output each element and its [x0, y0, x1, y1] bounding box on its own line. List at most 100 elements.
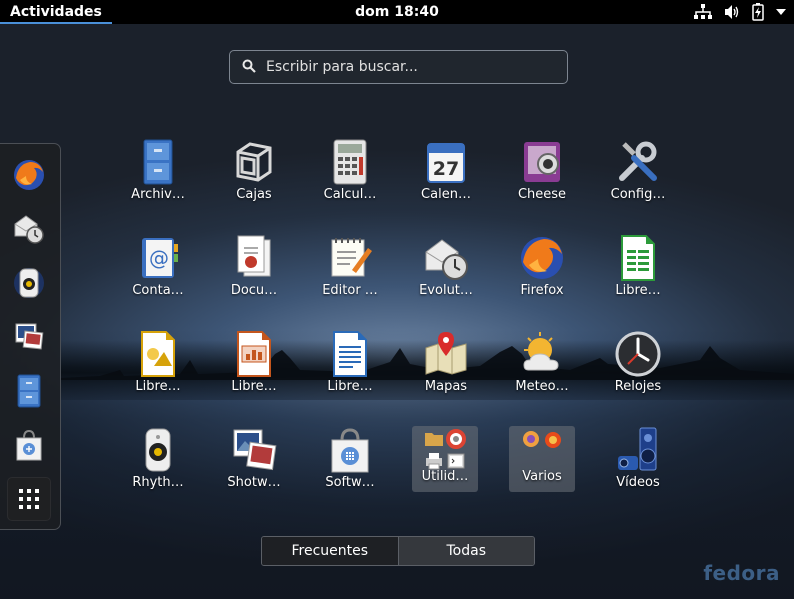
- app-contacts[interactable]: @ Conta…: [121, 234, 195, 308]
- text-editor-icon: [331, 238, 372, 277]
- dash: [0, 143, 61, 530]
- help-lifebuoy-icon: [446, 429, 466, 449]
- app-label: Relojes: [614, 379, 662, 394]
- system-menu-arrow-icon: [776, 9, 786, 15]
- weather-icon: [523, 332, 559, 371]
- app-libreoffice-writer[interactable]: Libre…: [313, 330, 387, 404]
- app-label: Conta…: [132, 283, 184, 298]
- app-label: Archiv…: [131, 187, 185, 202]
- app-label: Config…: [610, 187, 666, 202]
- dash-item-evolution[interactable]: [7, 207, 51, 251]
- dash-item-software[interactable]: [7, 423, 51, 467]
- app-label: Libre…: [135, 379, 181, 394]
- app-maps[interactable]: Mapas: [409, 330, 483, 404]
- search-input[interactable]: [266, 59, 556, 75]
- rhythmbox-icon: [145, 428, 171, 472]
- app-label: Vídeos: [616, 475, 660, 490]
- app-label: Cajas: [236, 187, 272, 202]
- app-label: Libre…: [327, 379, 373, 394]
- files-icon: [17, 374, 41, 408]
- folder-varios[interactable]: Varios: [509, 426, 575, 492]
- app-libreoffice-draw[interactable]: Libre…: [121, 330, 195, 404]
- app-document-viewer[interactable]: Docu…: [217, 234, 291, 308]
- view-switch: Frecuentes Todas: [261, 536, 535, 566]
- app-label: Calcul…: [323, 187, 377, 202]
- app-files[interactable]: Archiv…: [121, 138, 195, 212]
- app-boxes[interactable]: Cajas: [217, 138, 291, 212]
- clock[interactable]: dom 18:40: [355, 4, 439, 20]
- contacts-icon: @: [142, 238, 178, 278]
- firefox-old-icon: [523, 431, 539, 447]
- fedora-logo: fedora: [703, 561, 780, 585]
- firefox-icon: [14, 160, 44, 190]
- app-settings[interactable]: Config…: [601, 138, 675, 212]
- folder-icon: [425, 433, 443, 446]
- app-label: Cheese: [517, 187, 567, 202]
- app-calculator[interactable]: Calcul…: [313, 138, 387, 212]
- app-label: Calen…: [421, 187, 471, 202]
- alarm-icon: [545, 432, 561, 448]
- dash-item-shotwell[interactable]: [7, 315, 51, 359]
- evolution-icon: [14, 215, 44, 244]
- app-label: Mapas: [424, 379, 468, 394]
- calendar-icon: 27: [427, 143, 465, 183]
- app-label: Firefox: [520, 283, 564, 298]
- app-label: Libre…: [615, 283, 661, 298]
- firefox-icon: [521, 237, 563, 279]
- app-evolution[interactable]: Evolut…: [409, 234, 483, 308]
- shotwell-icon: [15, 323, 44, 350]
- app-cheese[interactable]: Cheese: [505, 138, 579, 212]
- app-label: Meteo…: [515, 379, 569, 394]
- app-weather[interactable]: Meteo…: [505, 330, 579, 404]
- clocks-icon: [615, 331, 661, 377]
- evolution-icon: [425, 239, 468, 280]
- app-label: Docu…: [230, 283, 278, 298]
- libreoffice-calc-icon: [621, 235, 655, 281]
- app-calendar[interactable]: 27 Calen…: [409, 138, 483, 212]
- boxes-icon: [236, 142, 272, 182]
- app-shotwell[interactable]: Shotw…: [217, 426, 291, 500]
- top-bar: Actividades dom 18:40: [0, 0, 794, 24]
- folder-label: Varios: [522, 469, 562, 484]
- app-label: Editor …: [322, 283, 378, 298]
- dash-item-firefox[interactable]: [7, 153, 51, 197]
- folder-label: Utilid…: [421, 469, 469, 484]
- calendar-day: 27: [433, 158, 459, 180]
- app-software[interactable]: Softw…: [313, 426, 387, 500]
- tab-all[interactable]: Todas: [397, 537, 534, 565]
- app-text-editor[interactable]: Editor …: [313, 234, 387, 308]
- libreoffice-draw-icon: [141, 331, 175, 377]
- rhythmbox-icon: [14, 268, 44, 298]
- libreoffice-impress-icon: [237, 331, 271, 377]
- printer-icon: [426, 453, 442, 470]
- software-icon: [16, 429, 42, 461]
- app-libreoffice-impress[interactable]: Libre…: [217, 330, 291, 404]
- folder-utilities[interactable]: Utilid…: [412, 426, 478, 492]
- app-videos[interactable]: Vídeos: [601, 426, 675, 500]
- app-firefox[interactable]: Firefox: [505, 234, 579, 308]
- app-clocks[interactable]: Relojes: [601, 330, 675, 404]
- videos-icon: [618, 427, 657, 471]
- search-icon: [242, 58, 256, 77]
- terminal-icon: [447, 453, 465, 469]
- app-label: Rhyth…: [132, 475, 184, 490]
- software-icon: [331, 428, 369, 473]
- app-rhythmbox[interactable]: Rhyth…: [121, 426, 195, 500]
- dash-item-files[interactable]: [7, 369, 51, 413]
- search-entry[interactable]: [229, 50, 568, 84]
- libreoffice-writer-icon: [333, 331, 367, 377]
- calculator-icon: [333, 139, 367, 185]
- dash-item-rhythmbox[interactable]: [7, 261, 51, 305]
- files-icon: [143, 139, 173, 185]
- show-apps-grid-icon: [19, 489, 39, 509]
- activities-button[interactable]: Actividades: [0, 0, 112, 24]
- show-apps-button[interactable]: [7, 477, 51, 521]
- app-label: Shotw…: [227, 475, 281, 490]
- maps-icon: [425, 332, 467, 375]
- volume-icon: [724, 4, 740, 20]
- system-status-area[interactable]: [694, 0, 786, 24]
- app-label: Evolut…: [419, 283, 473, 298]
- app-libreoffice-calc[interactable]: Libre…: [601, 234, 675, 308]
- settings-tools-icon: [619, 141, 657, 181]
- tab-frequent[interactable]: Frecuentes: [262, 537, 398, 565]
